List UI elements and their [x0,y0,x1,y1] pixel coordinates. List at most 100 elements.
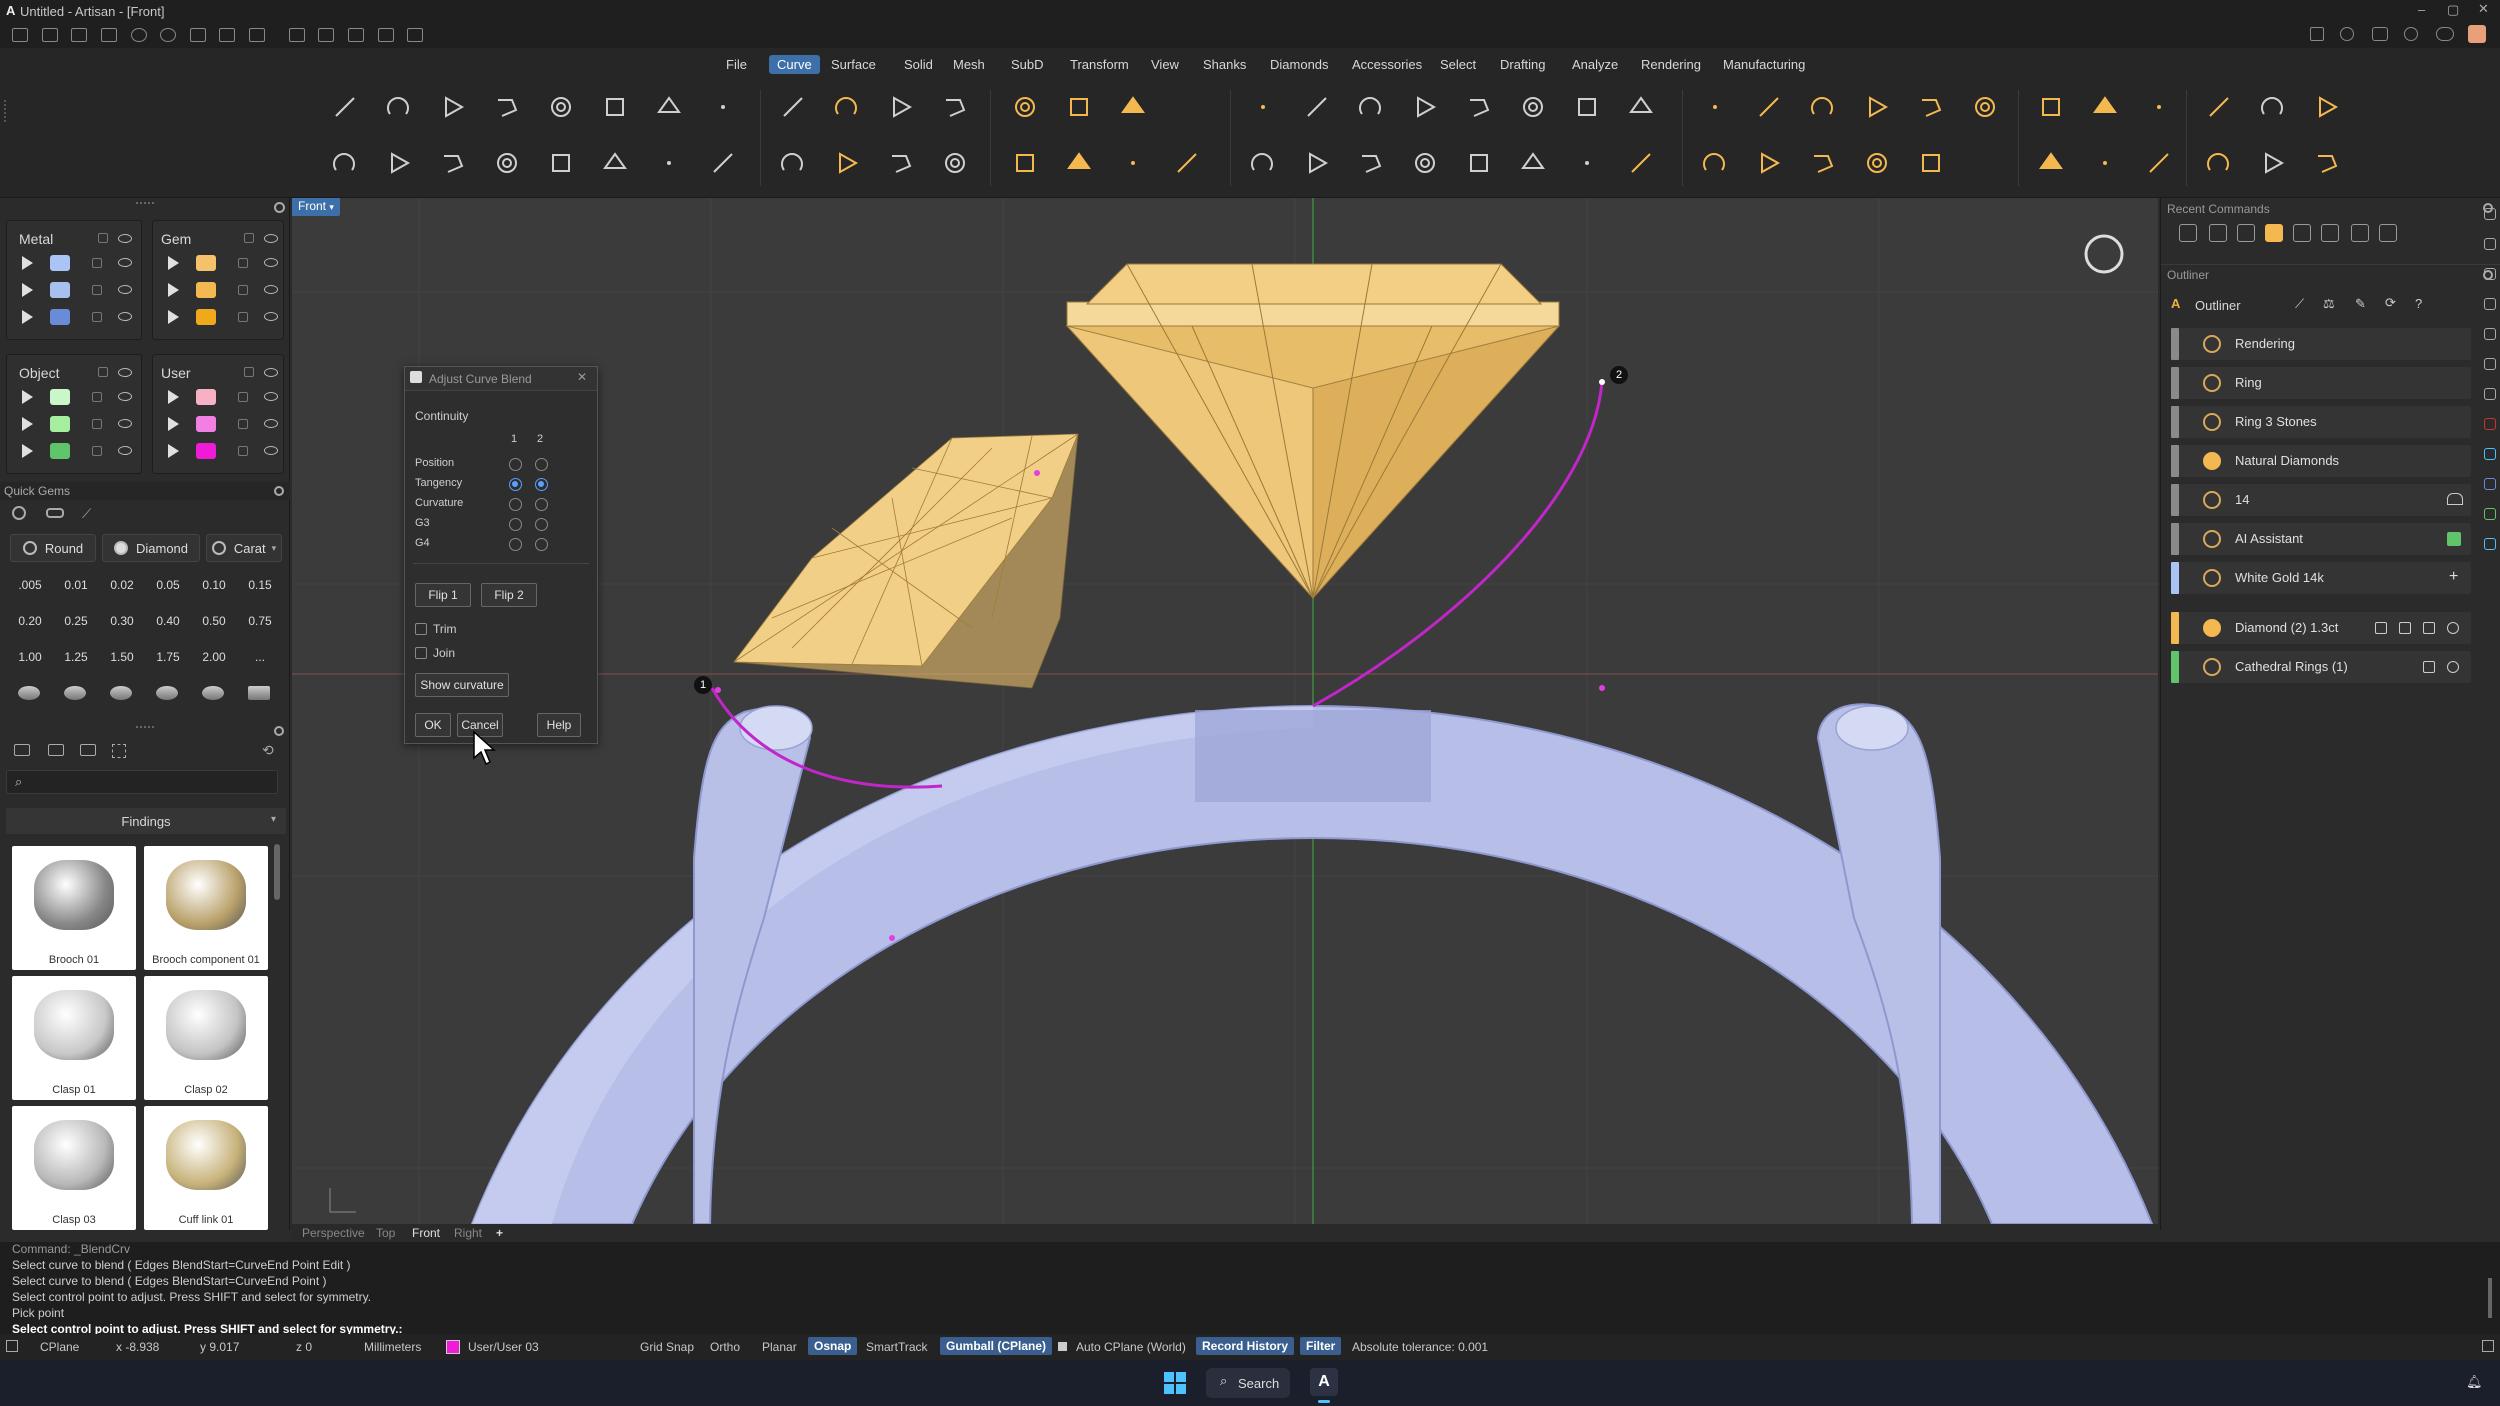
gear-icon[interactable] [274,486,284,496]
play-icon[interactable] [22,256,33,270]
scale-icon[interactable] [347,28,364,42]
lock-icon[interactable] [244,367,254,377]
new-template-icon[interactable] [41,28,58,42]
visibility-eye-icon[interactable] [264,312,278,321]
flip-2-button[interactable]: Flip 2 [481,583,537,607]
smarttrack-toggle[interactable]: SmartTrack [866,1340,928,1354]
play-icon[interactable] [22,310,33,324]
gear-tool-icon[interactable] [407,28,424,42]
layer-color-swatch[interactable] [196,255,216,271]
side-tool-icon[interactable] [2484,238,2496,250]
brush-tool-icon-1[interactable] [2200,88,2238,126]
gem-shape-round[interactable]: Round [10,534,96,562]
cloud-icon[interactable] [2372,27,2388,41]
menu-analyze[interactable]: Analyze [1564,55,1626,74]
link-icon[interactable] [2436,27,2454,41]
play-icon[interactable] [168,310,179,324]
gem-view-icon[interactable] [46,508,64,518]
gem-cut-icon[interactable] [156,686,178,700]
chamfer-tool-icon-2[interactable] [1298,144,1336,182]
extend-tool-icon-2[interactable] [1114,144,1152,182]
visibility-eye-icon[interactable] [264,392,278,401]
recent-command-icon[interactable] [2351,224,2369,242]
radio-g4-1[interactable] [509,538,522,551]
auto-cplane-checkbox[interactable] [1058,1342,1067,1351]
menu-transform[interactable]: Transform [1062,55,1137,74]
chamfer-tool-icon-1[interactable] [1352,88,1390,126]
arc-blend-tool-icon-1[interactable] [1406,88,1444,126]
grid-view-icon[interactable] [112,744,126,758]
panel-grip[interactable] [136,202,154,204]
helix-tool-icon-2[interactable] [650,144,688,182]
menu-select[interactable]: Select [1432,55,1484,74]
gem-setting-tool-icon-2[interactable] [1858,144,1896,182]
viewport-tab-front[interactable]: Front [412,1226,440,1240]
add-viewport-icon[interactable]: + [496,1226,503,1240]
hat-icon[interactable] [2447,493,2463,505]
panel-toggle-icon[interactable] [6,1340,18,1352]
viewport-tab-perspective[interactable]: Perspective [302,1226,365,1240]
gem-size-button[interactable]: .005 [10,570,50,600]
rebuild-tool-icon-1[interactable] [1006,88,1044,126]
help-icon[interactable] [2404,27,2418,41]
units-label[interactable]: Millimeters [364,1340,421,1354]
layer-color-swatch[interactable] [196,309,216,325]
recent-command-icon[interactable] [2379,224,2397,242]
curve-offset-tool-icon-1[interactable] [1460,88,1498,126]
lock-icon[interactable] [98,367,108,377]
recent-command-icon[interactable] [2237,224,2255,242]
lock-icon[interactable] [238,446,248,456]
outliner-item[interactable]: Ring [2171,367,2471,399]
contour-tool-icon-2[interactable] [1622,144,1660,182]
lock-icon[interactable] [92,312,102,322]
lock-icon[interactable] [238,392,248,402]
gear-icon[interactable] [274,726,284,736]
pave-tool-icon-1[interactable] [2140,88,2178,126]
export-icon[interactable] [249,28,265,42]
outliner-item[interactable]: Natural Diamonds [2171,445,2471,477]
viewport-tab-right[interactable]: Right [454,1226,482,1240]
side-tool-icon[interactable] [2484,328,2496,340]
help-button[interactable]: Help [537,713,581,737]
point-marker-2[interactable]: 2 [1610,366,1628,384]
gem-settings-icon[interactable] [12,506,26,520]
fillet-tool-icon-1[interactable] [1298,88,1336,126]
menu-rendering[interactable]: Rendering [1633,55,1709,74]
minimize-button[interactable]: – [2418,2,2425,17]
helix-tool-icon-1[interactable] [650,88,688,126]
shank-tool-icon-1[interactable] [1858,88,1896,126]
play-icon[interactable] [22,417,33,431]
side-tool-icon[interactable] [2484,538,2496,550]
new-file-icon[interactable] [12,28,28,42]
library-item-card[interactable]: Brooch component 01 [144,846,268,970]
lock-icon[interactable] [238,419,248,429]
recent-command-icon[interactable] [2293,224,2311,242]
window-layout-icon[interactable] [2310,27,2324,41]
rebuild-tool-icon-2[interactable] [1006,144,1044,182]
offset-surface-tool-icon-1[interactable] [1750,88,1788,126]
recent-command-icon[interactable] [2265,224,2283,242]
gem-size-button[interactable]: 1.25 [56,642,96,672]
radio-g4-2[interactable] [535,538,548,551]
layer-color-swatch[interactable] [50,282,70,298]
edit-icon[interactable] [2423,661,2435,673]
layer-color-swatch[interactable] [50,389,70,405]
gem-size-button[interactable]: 0.10 [194,570,234,600]
play-icon[interactable] [22,444,33,458]
visibility-eye-icon[interactable] [264,368,278,377]
arc-blend-tool-icon-2[interactable] [1352,144,1390,182]
side-tool-icon[interactable] [2484,478,2496,490]
fillet-tool-icon-2[interactable] [1244,144,1282,182]
visibility-eye-icon[interactable] [118,258,132,267]
osnap-toggle[interactable]: Osnap [808,1337,858,1355]
visibility-toggle-icon[interactable] [2399,622,2411,634]
cplane-label[interactable]: CPlane [40,1340,79,1354]
show-curvature-button[interactable]: Show curvature [415,673,509,697]
layer-color-swatch[interactable] [50,255,70,271]
visibility-eye-icon[interactable] [118,312,132,321]
lock-icon[interactable] [244,233,254,243]
play-icon[interactable] [168,444,179,458]
text-tool-icon-1[interactable] [882,88,920,126]
visibility-eye-icon[interactable] [264,419,278,428]
outliner-item[interactable]: 14 [2171,484,2471,516]
